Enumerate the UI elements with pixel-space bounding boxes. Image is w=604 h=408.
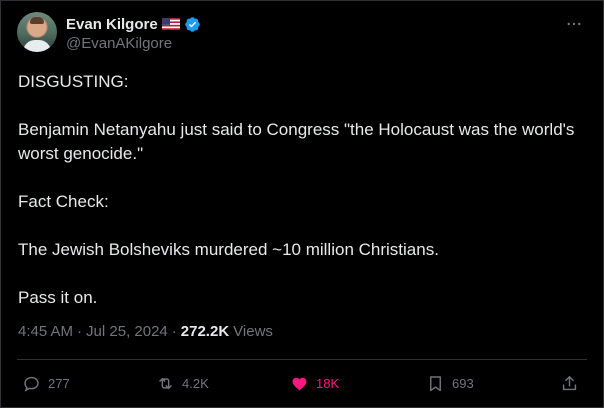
divider: [17, 359, 587, 360]
avatar[interactable]: [17, 12, 57, 52]
views-label: Views: [233, 323, 273, 340]
share-button[interactable]: [560, 371, 579, 395]
avatar-shirt: [23, 40, 51, 52]
verified-badge-icon[interactable]: [184, 16, 201, 33]
reply-count: 277: [48, 375, 70, 391]
tweet-paragraph: Pass it on.: [18, 288, 98, 307]
repost-count: 4.2K: [182, 375, 209, 391]
tweet-paragraph: Benjamin Netanyahu just said to Congress…: [18, 120, 575, 163]
action-bar: 277 4.2K 18K 693: [1, 371, 603, 395]
tweet-paragraph: DISGUSTING:: [18, 72, 129, 91]
author-name[interactable]: Evan Kilgore: [66, 16, 158, 33]
tweet-meta: 4:45 AM · Jul 25, 2024 · 272.2K Views: [18, 323, 273, 340]
tweet-paragraph: Fact Check:: [18, 192, 109, 211]
more-dots-icon[interactable]: [564, 14, 584, 34]
heart-filled-icon: [292, 377, 307, 390]
bookmark-button[interactable]: 693: [426, 371, 474, 395]
like-count: 18K: [316, 375, 340, 391]
bookmark-count: 693: [452, 375, 474, 391]
tweet-paragraph: The Jewish Bolsheviks murdered ~10 milli…: [18, 240, 439, 259]
repost-icon: [159, 377, 172, 389]
share-icon: [562, 375, 577, 390]
repost-button[interactable]: 4.2K: [156, 371, 209, 395]
bookmark-icon: [430, 375, 441, 391]
tweet-time[interactable]: 4:45 AM: [18, 323, 73, 340]
reply-button[interactable]: 277: [22, 371, 70, 395]
meta-separator: ·: [171, 323, 177, 340]
author-handle[interactable]: @EvanAKilgore: [66, 35, 172, 52]
meta-separator: ·: [77, 323, 83, 340]
like-button[interactable]: 18K: [290, 371, 339, 395]
tweet-card: Evan Kilgore @EvanAKilgore DISGUSTING: B…: [0, 0, 604, 408]
us-flag-icon: [161, 18, 180, 30]
tweet-date[interactable]: Jul 25, 2024: [86, 323, 168, 340]
reply-icon: [24, 376, 39, 392]
views-count: 272.2K: [180, 323, 230, 340]
tweet-text: DISGUSTING: Benjamin Netanyahu just said…: [18, 70, 578, 310]
avatar-hair: [30, 17, 44, 24]
author-name-row: Evan Kilgore: [66, 14, 201, 34]
